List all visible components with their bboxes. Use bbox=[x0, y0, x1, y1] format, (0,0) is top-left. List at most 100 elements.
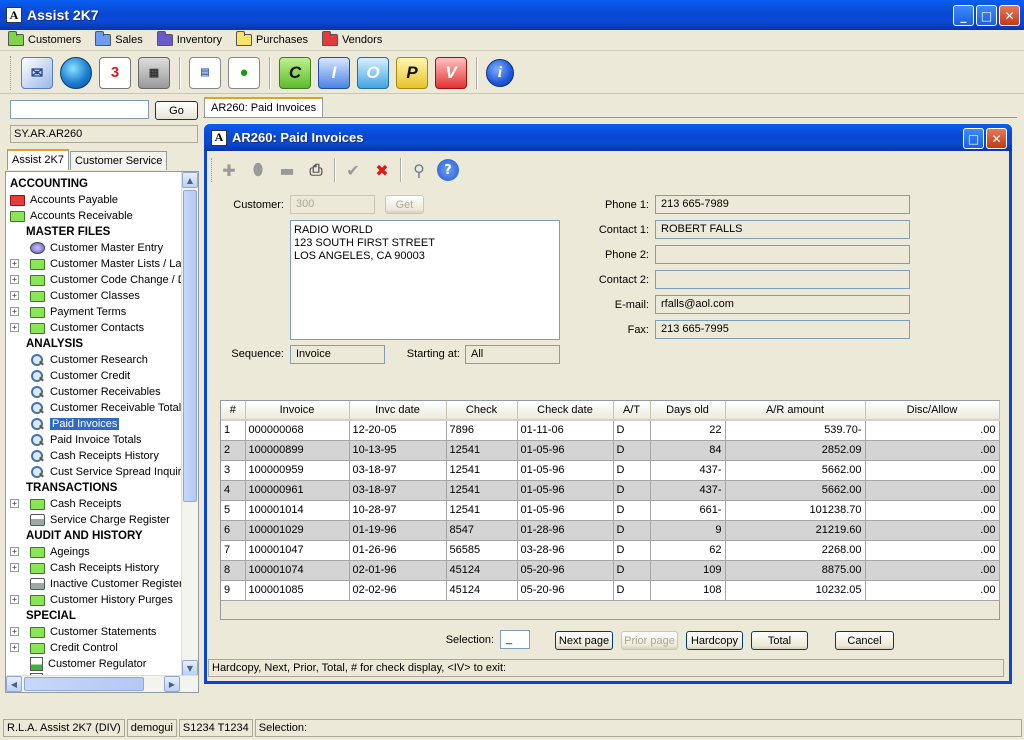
menu-inventory[interactable]: Inventory bbox=[156, 31, 222, 46]
column-header[interactable]: A/T bbox=[613, 401, 651, 421]
table-row[interactable]: 9 100001085 02-02-96 45124 05-20-96 D 108 10232… bbox=[221, 580, 1000, 601]
menu-customers[interactable]: Customers bbox=[8, 31, 81, 46]
tree-item[interactable]: + Customer Statements bbox=[10, 624, 156, 640]
tree-item[interactable]: Customer Receivables bbox=[30, 384, 161, 400]
eraser-icon[interactable]: ⬮ bbox=[247, 159, 269, 181]
column-header[interactable]: Invc date bbox=[349, 401, 447, 421]
customers-folder-icon[interactable]: C bbox=[279, 56, 311, 89]
expand-icon[interactable]: + bbox=[10, 643, 19, 652]
mail-icon[interactable]: ✉ bbox=[21, 56, 53, 89]
window-title-bar[interactable]: A AR260: Paid Invoices □ ✕ bbox=[204, 124, 1012, 151]
app-title-bar[interactable]: A Assist 2K7 _ □ ✕ bbox=[0, 0, 1024, 30]
menu-purchases[interactable]: Purchases bbox=[235, 31, 308, 46]
tree-item[interactable]: Customer Master Entry bbox=[30, 240, 163, 256]
prior-page-button[interactable]: Prior page bbox=[621, 631, 678, 650]
cancel-button[interactable]: Cancel bbox=[835, 631, 894, 650]
total-button[interactable]: Total bbox=[751, 631, 808, 650]
print-icon[interactable]: ⎙ bbox=[305, 159, 327, 181]
hardcopy-button[interactable]: Hardcopy bbox=[686, 631, 743, 650]
scroll-h-thumb[interactable] bbox=[24, 677, 144, 691]
column-header[interactable]: Check date bbox=[517, 401, 614, 421]
maximize-button[interactable]: □ bbox=[976, 5, 997, 26]
table-row[interactable]: 6 100001029 01-19-96 8547 01-28-96 D 9 21219.60… bbox=[221, 520, 1000, 541]
menu-vendors[interactable]: Vendors bbox=[321, 31, 382, 46]
tree-item[interactable]: + Customer History Purges bbox=[10, 592, 173, 608]
get-button[interactable]: Get bbox=[385, 195, 424, 214]
tree-item[interactable]: Inactive Customer Register bbox=[30, 576, 183, 592]
tree-item[interactable]: Cash Receipts History bbox=[30, 448, 159, 464]
delete-icon[interactable]: ✖ bbox=[371, 159, 393, 181]
tree-item[interactable]: Cust Service Spread Inquir bbox=[30, 464, 181, 480]
document-icon[interactable]: ▤ bbox=[189, 56, 221, 89]
tree-item[interactable]: Accounts Receivable bbox=[10, 208, 133, 224]
tree-item[interactable]: Paid Invoice Totals bbox=[30, 432, 142, 448]
tree-item[interactable]: + Customer Master Lists / Lal bbox=[10, 256, 184, 272]
tree-item[interactable]: Accounts Payable bbox=[10, 192, 118, 208]
contact2-field[interactable] bbox=[655, 270, 910, 289]
window-maximize-button[interactable]: □ bbox=[963, 128, 984, 149]
expand-icon[interactable]: + bbox=[10, 275, 19, 284]
purchases-folder-icon[interactable]: P bbox=[396, 56, 428, 89]
inventory-folder-icon[interactable]: I bbox=[318, 56, 350, 89]
add-icon[interactable]: ✚ bbox=[218, 159, 240, 181]
phone2-field[interactable] bbox=[655, 245, 910, 264]
tree-item[interactable]: + Customer Classes bbox=[10, 288, 140, 304]
tab-customer-service[interactable]: Customer Service bbox=[69, 151, 168, 170]
expand-icon[interactable]: + bbox=[10, 595, 19, 604]
column-header[interactable]: # bbox=[221, 401, 246, 421]
spreadsheet-icon[interactable]: ● bbox=[228, 56, 260, 89]
table-row[interactable]: 5 100001014 10-28-97 12541 01-05-96 D 661- 1012… bbox=[221, 500, 1000, 521]
table-row[interactable]: 2 100000899 10-13-95 12541 01-05-96 D 84 2852.0… bbox=[221, 440, 1000, 461]
vendors-folder-icon[interactable]: V bbox=[435, 56, 467, 89]
table-row[interactable]: 7 100001047 01-26-96 56585 03-28-96 D 62 2268.0… bbox=[221, 540, 1000, 561]
minimize-button[interactable]: _ bbox=[953, 5, 974, 26]
expand-icon[interactable]: + bbox=[10, 323, 19, 332]
tree-item[interactable]: + Ageings bbox=[10, 544, 90, 560]
column-header[interactable]: Invoice bbox=[245, 401, 350, 421]
orders-folder-icon[interactable]: O bbox=[357, 56, 389, 89]
tree-item[interactable]: Paid Invoices bbox=[30, 416, 120, 432]
column-header[interactable]: Check bbox=[446, 401, 518, 421]
tree-vertical-scrollbar[interactable]: ▲ ▼ bbox=[181, 172, 198, 676]
email-field[interactable]: rfalls@aol.com bbox=[655, 295, 910, 314]
check-icon[interactable]: ✔ bbox=[342, 159, 364, 181]
scroll-up-icon[interactable]: ▲ bbox=[182, 172, 198, 188]
column-header[interactable]: A/R amount bbox=[725, 401, 866, 421]
minus-icon[interactable]: ▬ bbox=[276, 159, 298, 181]
expand-icon[interactable]: + bbox=[10, 291, 19, 300]
fax-field[interactable]: 213 665-7995 bbox=[655, 320, 910, 339]
next-page-button[interactable]: Next page bbox=[555, 631, 613, 650]
expand-icon[interactable]: + bbox=[10, 499, 19, 508]
customer-field[interactable]: 300 bbox=[290, 195, 375, 214]
toolbar-grip[interactable] bbox=[10, 55, 13, 90]
menu-sales[interactable]: Sales bbox=[95, 31, 143, 46]
window-close-button[interactable]: ✕ bbox=[986, 128, 1007, 149]
go-button[interactable]: Go bbox=[155, 101, 198, 120]
scroll-left-icon[interactable]: ◀ bbox=[6, 676, 22, 692]
table-row[interactable]: 8 100001074 02-01-96 45124 05-20-96 D 109 8875.… bbox=[221, 560, 1000, 581]
calendar-icon[interactable]: 3 bbox=[99, 56, 131, 89]
table-row[interactable]: 1 000000068 12-20-05 7896 01-11-06 D 22 539.70-… bbox=[221, 420, 1000, 441]
tab-assist-2k7[interactable]: Assist 2K7 bbox=[7, 149, 69, 170]
close-button[interactable]: ✕ bbox=[999, 5, 1020, 26]
tree-item[interactable]: + Credit Control bbox=[10, 640, 118, 656]
tab-ar260[interactable]: AR260: Paid Invoices bbox=[204, 97, 324, 118]
starting-at-field[interactable]: All bbox=[465, 345, 560, 364]
table-row[interactable]: 3 100000959 03-18-97 12541 01-05-96 D 437- 5662… bbox=[221, 460, 1000, 481]
tree-item[interactable]: Customer Regulator bbox=[30, 656, 146, 672]
table-row[interactable]: 4 100000961 03-18-97 12541 01-05-96 D 437- 5662… bbox=[221, 480, 1000, 501]
tree-item[interactable]: Service Charge Register bbox=[30, 512, 170, 528]
column-header[interactable]: Disc/Allow bbox=[865, 401, 1000, 421]
help-icon[interactable]: ? bbox=[437, 159, 459, 181]
scroll-right-icon[interactable]: ▶ bbox=[164, 676, 180, 692]
expand-icon[interactable]: + bbox=[10, 627, 19, 636]
contact1-field[interactable]: ROBERT FALLS bbox=[655, 220, 910, 239]
phone1-field[interactable]: 213 665-7989 bbox=[655, 195, 910, 214]
scroll-thumb[interactable] bbox=[183, 190, 197, 502]
expand-icon[interactable]: + bbox=[10, 307, 19, 316]
tree-item[interactable]: + Customer Contacts bbox=[10, 320, 144, 336]
tree-item[interactable]: + Cash Receipts bbox=[10, 496, 122, 512]
tree-horizontal-scrollbar[interactable]: ◀ ▶ bbox=[6, 675, 198, 692]
expand-icon[interactable]: + bbox=[10, 563, 19, 572]
expand-icon[interactable]: + bbox=[10, 547, 19, 556]
